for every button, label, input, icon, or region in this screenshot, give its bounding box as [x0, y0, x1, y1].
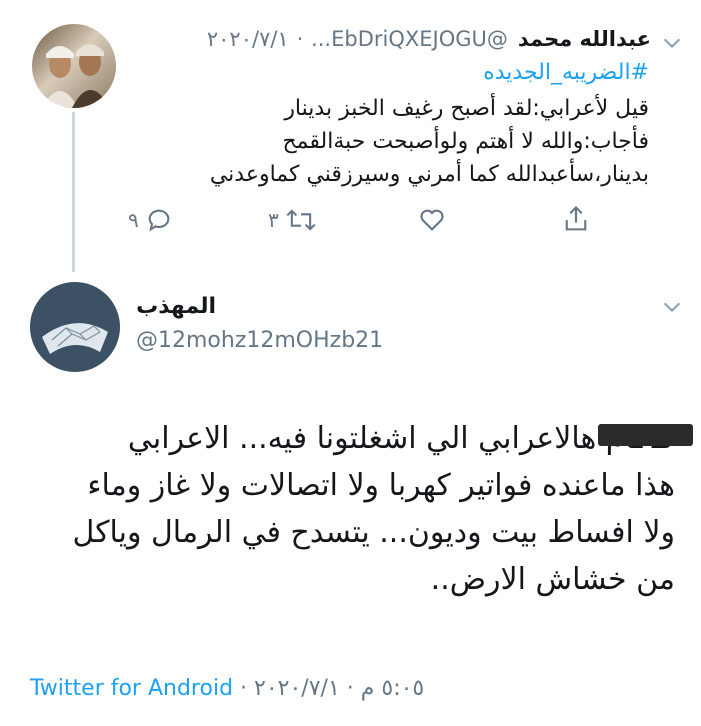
tweet2-text: كـ ـام هالاعرابي الي اشغلتونا فيه... الا…	[15, 415, 675, 603]
avatar-photo	[42, 44, 110, 108]
reply-icon	[148, 209, 170, 232]
chevron-down-icon[interactable]	[661, 32, 683, 54]
chevron-down-icon[interactable]	[661, 296, 683, 318]
reply-button[interactable]: ٩	[128, 206, 173, 234]
thread-connector-line	[72, 112, 75, 272]
tweet1-header: عبدالله محمد @EbDriQXEJOGU... · ٢٠٢٠/٧/١	[207, 22, 651, 56]
tweet2-line: كـ ـام هالاعرابي الي اشغلتونا فيه... الا…	[127, 421, 675, 456]
tweet1-actions: ٩ ٣	[0, 202, 701, 242]
separator-dot: ·	[240, 676, 255, 701]
tweet2-time[interactable]: ٥:٠٥ م	[361, 676, 425, 701]
tweet2-author-name[interactable]: المهذب	[136, 294, 216, 319]
tweet1-author-handle[interactable]: @EbDriQXEJOGU...	[311, 27, 508, 51]
tweet1-line: بدينار،سأعبدالله كما أمرني وسيرزقني كماو…	[209, 162, 649, 187]
retweet-count: ٣	[268, 208, 279, 232]
tweet2-date[interactable]: ٢٠٢٠/٧/١	[254, 676, 340, 701]
avatar[interactable]	[32, 24, 116, 108]
reply-count: ٩	[128, 208, 139, 232]
tweet2-footer: Twitter for Android · ٢٠٢٠/٧/١ · ٥:٠٥ م	[30, 676, 424, 701]
retweet-icon	[286, 209, 316, 231]
tweet1-author-name[interactable]: عبدالله محمد	[518, 27, 651, 51]
separator-dot: ·	[346, 676, 361, 701]
separator-dot: ·	[296, 27, 304, 51]
like-icon	[420, 209, 444, 231]
avatar[interactable]	[30, 282, 120, 372]
share-button[interactable]	[562, 204, 590, 234]
tweet2-author-handle[interactable]: @12mohz12mOHzb21	[136, 328, 383, 353]
tweet1-line: فأجاب:والله لا أهتم ولوأصبحت حبةالقمح	[282, 129, 649, 154]
tweet2-line: من خشاش الارض..	[430, 562, 675, 597]
redaction-mark	[598, 424, 693, 446]
retweet-button[interactable]: ٣	[268, 206, 317, 234]
tweet1-date[interactable]: ٢٠٢٠/٧/١	[207, 27, 289, 51]
share-icon	[565, 205, 587, 231]
like-button[interactable]	[418, 206, 446, 234]
tweet1-hashtag[interactable]: #الضريبه_الجديده	[483, 60, 649, 85]
avatar-photo	[30, 282, 120, 372]
tweet1-text: قيل لأعرابي:لقد أصبح رغيف الخبز بدينار ف…	[129, 92, 649, 191]
tweet2-line: هذا ماعنده فواتير كهربا ولا اتصالات ولا …	[87, 468, 675, 503]
tweet2-line: ولا افساط بيت وديون... يتسدح في الرمال و…	[72, 515, 675, 550]
tweet-source-link[interactable]: Twitter for Android	[30, 676, 233, 701]
tweet1-line: قيل لأعرابي:لقد أصبح رغيف الخبز بدينار	[284, 96, 649, 121]
